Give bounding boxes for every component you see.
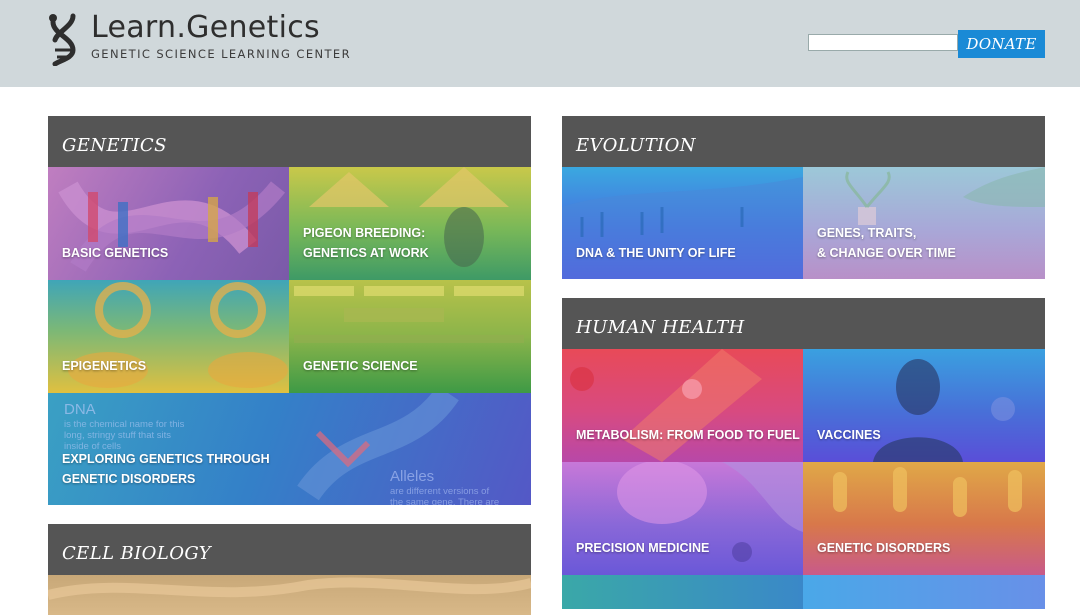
tile-genetic-science[interactable]: GENETIC SCIENCE	[289, 280, 531, 393]
overlay-alleles-text: are different versions of the same gene.…	[390, 486, 499, 505]
tile-basic-genetics[interactable]: BASIC GENETICS	[48, 167, 289, 280]
tile-label-line1: PIGEON BREEDING:	[303, 226, 426, 240]
tile-metabolism[interactable]: METABOLISM: FROM FOOD TO FUEL	[562, 349, 803, 462]
logo-subtitle: GENETIC SCIENCE LEARNING CENTER	[91, 47, 351, 61]
cell-illustration	[48, 577, 531, 600]
tile-dna-unity-of-life[interactable]: DNA & THE UNITY OF LIFE	[562, 167, 803, 279]
overlay-alleles-title: Alleles	[390, 468, 435, 485]
site-logo[interactable]: Learn.Genetics GENETIC SCIENCE LEARNING …	[45, 12, 351, 66]
site-header: Learn.Genetics GENETIC SCIENCE LEARNING …	[0, 0, 1080, 87]
dna-helix-illustration	[58, 181, 286, 272]
tile-label: GENETIC DISORDERS	[817, 541, 951, 555]
metabolism-illustration	[570, 349, 762, 462]
bacteria-illustration	[833, 467, 1022, 517]
dna-logo-icon	[49, 13, 76, 66]
tile-label: DNA & THE UNITY OF LIFE	[576, 246, 736, 260]
section-title-human-health[interactable]: HUMAN HEALTH	[562, 298, 1045, 349]
tile-label-line2: & CHANGE OVER TIME	[817, 246, 956, 260]
overlay-alleles-line2: the same gene. There are	[390, 497, 500, 505]
tile-genes-traits[interactable]: GENES, TRAITS, & CHANGE OVER TIME	[803, 167, 1045, 279]
tile-label-line1: GENES, TRAITS,	[817, 226, 917, 240]
tile-cell-biology-preview[interactable]	[48, 575, 531, 615]
tile-exploring-genetics[interactable]: DNA is the chemical name for this long, …	[48, 393, 531, 505]
donate-button[interactable]: DONATE	[958, 30, 1045, 58]
tile-vaccines[interactable]: VACCINES	[803, 349, 1045, 462]
overlay-dna-title: DNA	[64, 401, 96, 418]
overlay-alleles-line1: are different versions of	[390, 486, 490, 497]
cells-illustration	[617, 462, 803, 562]
overlay-dna-text: is the chemical name for this long, stri…	[64, 419, 184, 452]
genetic-science-illustration	[294, 286, 524, 343]
tile-label-line2: GENETIC DISORDERS	[62, 472, 196, 486]
tile-label: VACCINES	[817, 428, 881, 442]
tile-label-line1: EXPLORING GENETICS THROUGH	[62, 452, 270, 466]
tile-label: BASIC GENETICS	[62, 246, 169, 260]
tile-human-health-more-2[interactable]	[803, 575, 1045, 609]
tile-label: EPIGENETICS	[62, 359, 147, 373]
search-input[interactable]	[808, 34, 958, 51]
section-genetics: GENETICS BASIC GENETICS PIGEON BREEDING:…	[48, 116, 531, 505]
tile-epigenetics[interactable]: EPIGENETICS	[48, 280, 289, 393]
section-evolution: EVOLUTION DNA & THE UNITY OF LIFE GENES,…	[562, 116, 1045, 279]
section-title-cell-biology[interactable]: CELL BIOLOGY	[48, 524, 531, 575]
tile-label: PRECISION MEDICINE	[576, 541, 710, 555]
tile-precision-medicine[interactable]: PRECISION MEDICINE	[562, 462, 803, 575]
tile-label: METABOLISM: FROM FOOD TO FUEL	[576, 428, 800, 442]
tile-label: GENETIC SCIENCE	[303, 359, 418, 373]
tile-label-line2: GENETICS AT WORK	[303, 246, 429, 260]
person-illustration	[873, 359, 1015, 462]
tile-human-health-more-1[interactable]	[562, 575, 803, 609]
section-title-evolution[interactable]: EVOLUTION	[562, 116, 1045, 167]
tile-pigeon-breeding[interactable]: PIGEON BREEDING: GENETICS AT WORK	[289, 167, 531, 280]
section-title-genetics[interactable]: GENETICS	[48, 116, 531, 167]
section-cell-biology: CELL BIOLOGY	[48, 524, 531, 615]
section-human-health: HUMAN HEALTH METABOLISM: FROM FOOD TO FU…	[562, 298, 1045, 609]
overlay-dna-line2: long, stringy stuff that sits	[64, 430, 172, 441]
logo-title: Learn.Genetics	[91, 10, 320, 45]
tile-genetic-disorders[interactable]: GENETIC DISORDERS	[803, 462, 1045, 575]
epigenetics-illustration	[68, 282, 288, 388]
overlay-dna-line1: is the chemical name for this	[64, 419, 185, 430]
